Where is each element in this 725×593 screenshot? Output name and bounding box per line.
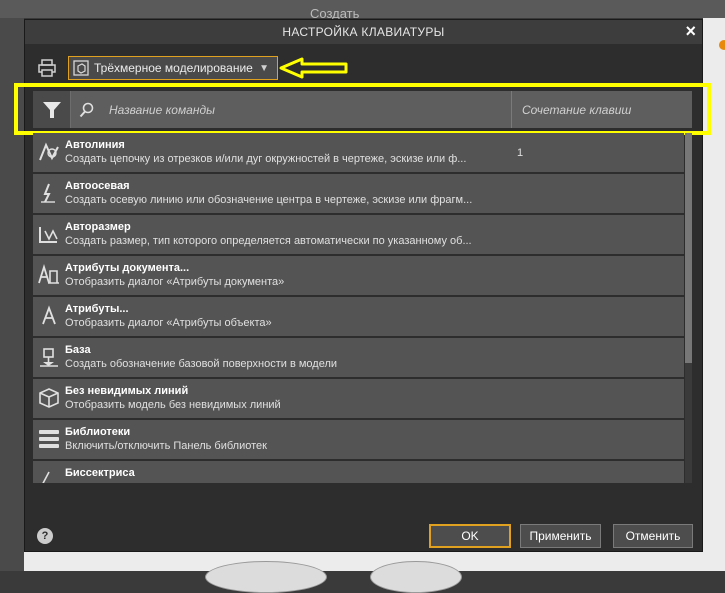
command-description: Создать цепочку из отрезков и/или дуг ок… — [65, 153, 467, 165]
doc-attributes-icon — [38, 264, 59, 284]
keyboard-settings-dialog: НАСТРОЙКА КЛАВИАТУРЫ × Трёхмерное модели… — [14, 19, 711, 552]
3d-modeling-icon — [73, 60, 89, 76]
ok-button[interactable]: OK — [429, 524, 511, 548]
command-description: Создать обозначение базовой поверхности … — [65, 358, 338, 370]
command-row[interactable]: Атрибуты документа... Отобразить диалог … — [33, 256, 684, 295]
profile-dropdown[interactable]: Трёхмерное моделирование ▼ — [68, 56, 278, 80]
command-description: Отобразить модель без невидимых линий — [65, 399, 281, 411]
command-row[interactable]: Без невидимых линий Отобразить модель бе… — [33, 379, 684, 418]
command-title: Биссектриса — [65, 467, 135, 479]
close-icon[interactable]: × — [685, 21, 696, 42]
command-list: Автолиния Создать цепочку из отрезков и/… — [33, 133, 684, 483]
dialog-title: НАСТРОЙКА КЛАВИАТУРЫ — [282, 25, 445, 39]
command-row[interactable]: Автоосевая Создать осевую линию или обоз… — [33, 174, 684, 213]
command-description: Создать размер, тип которого определяетс… — [65, 235, 472, 247]
filter-bar — [33, 91, 692, 128]
command-title: Без невидимых линий — [65, 385, 189, 397]
filter-icon — [42, 101, 61, 118]
command-row[interactable]: Биссектриса — [33, 461, 684, 483]
help-icon[interactable]: ? — [37, 528, 53, 544]
command-row[interactable]: Авторазмер Создать размер, тип которого … — [33, 215, 684, 254]
background-canvas — [24, 552, 703, 571]
bisector-icon — [42, 471, 50, 483]
command-description: Создать осевую линию или обозначение цен… — [65, 194, 473, 206]
command-title: Библиотеки — [65, 426, 131, 438]
search-icon — [79, 102, 94, 117]
cancel-button[interactable]: Отменить — [613, 524, 693, 548]
libraries-icon — [39, 430, 59, 448]
background-toolbar — [0, 0, 725, 18]
command-title: Автолиния — [65, 139, 125, 151]
command-row[interactable]: База Создать обозначение базовой поверхн… — [33, 338, 684, 377]
shortcut-filter-area — [512, 91, 692, 128]
no-hidden-lines-icon — [39, 388, 59, 408]
command-description: Отобразить диалог «Атрибуты объекта» — [65, 317, 272, 329]
command-description: Отобразить диалог «Атрибуты документа» — [65, 276, 285, 288]
apply-button[interactable]: Применить — [520, 524, 601, 548]
list-scrollbar[interactable] — [685, 133, 692, 483]
background-model-shape — [205, 561, 327, 593]
profile-dropdown-value: Трёхмерное моделирование — [94, 61, 253, 75]
base-icon — [40, 348, 58, 367]
command-title: База — [65, 344, 91, 356]
background-model-shape — [370, 561, 462, 593]
command-title: Автоосевая — [65, 180, 130, 192]
command-title: Атрибуты... — [65, 303, 129, 315]
command-search-input[interactable] — [107, 101, 491, 118]
scrollbar-thumb[interactable] — [685, 133, 692, 363]
command-shortcut: 1 — [517, 147, 524, 159]
background-status-dot — [719, 40, 725, 50]
command-row[interactable]: Библиотеки Включить/отключить Панель биб… — [33, 420, 684, 459]
autosize-icon — [39, 227, 58, 243]
axis-icon — [41, 183, 55, 203]
chevron-down-icon: ▼ — [259, 62, 269, 74]
command-description: Включить/отключить Панель библиотек — [65, 440, 267, 452]
command-row[interactable]: Атрибуты... Отобразить диалог «Атрибуты … — [33, 297, 684, 336]
command-row[interactable]: Автолиния Создать цепочку из отрезков и/… — [33, 133, 684, 172]
command-title: Авторазмер — [65, 221, 131, 233]
attributes-icon — [42, 305, 56, 325]
print-icon[interactable] — [37, 58, 57, 78]
shortcut-search-input[interactable] — [520, 101, 684, 118]
dialog-titlebar: НАСТРОЙКА КЛАВИАТУРЫ × — [25, 20, 702, 44]
command-search-area — [71, 91, 512, 128]
annotation-arrow-icon — [279, 57, 348, 79]
autoline-icon — [39, 142, 59, 161]
filter-button[interactable] — [33, 91, 71, 128]
command-title: Атрибуты документа... — [65, 262, 190, 274]
